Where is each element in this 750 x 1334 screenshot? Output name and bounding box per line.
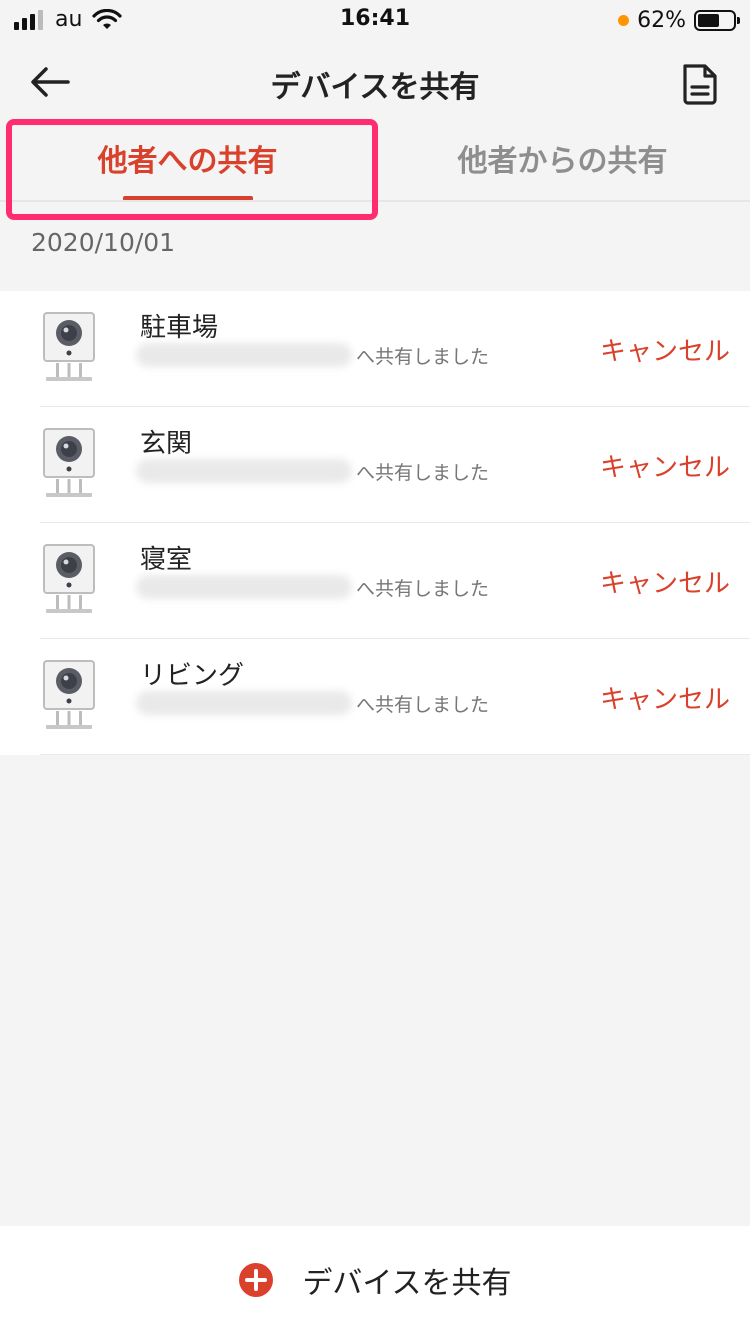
redacted-recipient	[136, 343, 352, 367]
battery-percent: 62%	[637, 8, 686, 33]
header: デバイスを共有	[0, 40, 750, 126]
device-name: 駐車場	[140, 313, 219, 343]
camera-icon	[43, 428, 95, 497]
device-name: 寝室	[140, 545, 193, 575]
plus-circle-icon	[239, 1263, 274, 1297]
page-title: デバイスを共有	[270, 70, 480, 105]
redacted-recipient	[136, 691, 352, 715]
document-button[interactable]	[680, 62, 720, 106]
device-name: 玄関	[140, 429, 193, 459]
camera-icon	[43, 544, 95, 613]
list-item: 駐車場 へ共有しました キャンセル	[0, 291, 750, 407]
share-status-text: へ共有しました	[356, 462, 490, 484]
share-device-label: デバイスを共有	[302, 1266, 512, 1301]
share-status-text: へ共有しました	[356, 694, 490, 716]
battery-icon	[694, 10, 740, 31]
cancel-button[interactable]: キャンセル	[600, 679, 730, 716]
camera-icon	[43, 660, 95, 729]
section-date: 2020/10/01	[31, 228, 176, 257]
list-item: 玄関 へ共有しました キャンセル	[0, 407, 750, 523]
redacted-recipient	[136, 575, 352, 599]
redacted-recipient	[136, 459, 352, 483]
highlight-box	[6, 119, 378, 220]
status-bar: au 16:41 62%	[0, 0, 750, 40]
cancel-button[interactable]: キャンセル	[600, 331, 730, 368]
status-right: 62%	[618, 8, 740, 33]
share-status-text: へ共有しました	[356, 346, 490, 368]
share-device-button[interactable]: デバイスを共有	[0, 1226, 750, 1334]
camera-icon	[43, 312, 95, 381]
cancel-button[interactable]: キャンセル	[600, 447, 730, 484]
list-item: リビング へ共有しました キャンセル	[0, 639, 750, 755]
device-list: 駐車場 へ共有しました キャンセル 玄関 へ共有しました キャンセル 寝室 へ共…	[0, 291, 750, 755]
row-divider	[40, 754, 750, 755]
document-icon	[683, 64, 717, 105]
tab-shared-from-others[interactable]: 他者からの共有	[375, 126, 750, 202]
share-status-text: へ共有しました	[356, 578, 490, 600]
recording-indicator-icon	[618, 15, 630, 26]
cancel-button[interactable]: キャンセル	[600, 563, 730, 600]
list-item: 寝室 へ共有しました キャンセル	[0, 523, 750, 639]
device-name: リビング	[140, 661, 245, 691]
